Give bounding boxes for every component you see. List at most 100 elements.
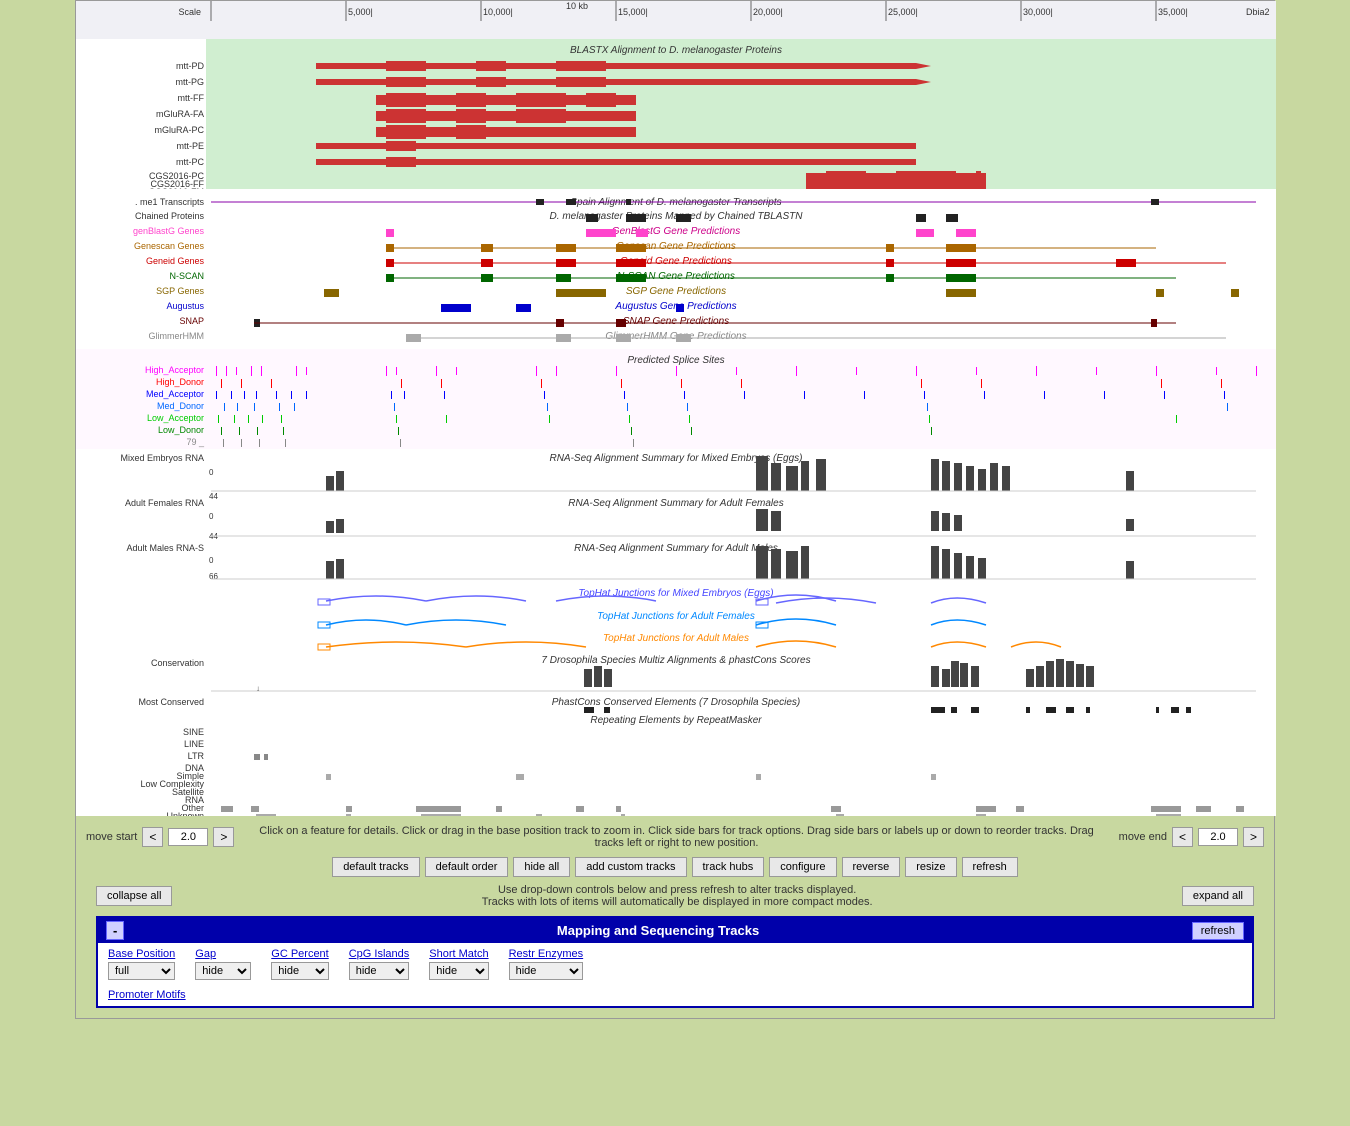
svg-text:mtt-FF: mtt-FF bbox=[178, 93, 205, 103]
svg-text:Dbia2: Dbia2 bbox=[1246, 7, 1270, 17]
svg-text:Repeating Elements by RepeatMa: Repeating Elements by RepeatMasker bbox=[590, 715, 762, 726]
track-info-line2: Tracks with lots of items will automatic… bbox=[172, 896, 1181, 908]
base-position-select[interactable]: full dense hide bbox=[108, 962, 175, 980]
svg-text:genBlastG Genes: genBlastG Genes bbox=[133, 226, 205, 236]
move-left-input[interactable] bbox=[168, 828, 208, 846]
track-hubs-button[interactable]: track hubs bbox=[692, 857, 765, 877]
svg-text:Most Conserved: Most Conserved bbox=[138, 697, 204, 707]
svg-text:Med_Acceptor: Med_Acceptor bbox=[146, 389, 204, 399]
svg-text:mtt-PD: mtt-PD bbox=[176, 61, 204, 71]
short-match-option: Short Match hide full dense bbox=[429, 948, 488, 980]
resize-button[interactable]: resize bbox=[905, 857, 956, 877]
svg-text:30,000|: 30,000| bbox=[1023, 7, 1053, 17]
reverse-button[interactable]: reverse bbox=[842, 857, 901, 877]
svg-text:Mixed Embryos RNA: Mixed Embryos RNA bbox=[120, 453, 204, 463]
svg-text:10 kb: 10 kb bbox=[566, 1, 588, 11]
restr-enzymes-link[interactable]: Restr Enzymes bbox=[509, 948, 584, 960]
svg-text:↓: ↓ bbox=[256, 684, 260, 693]
default-order-button[interactable]: default order bbox=[425, 857, 509, 877]
genome-browser: Scale contig952: 5,000| 10,000| 10 kb 15… bbox=[75, 0, 1275, 1019]
controls-area: move start < > Click on a feature for de… bbox=[76, 816, 1274, 1018]
move-right-input[interactable] bbox=[1198, 828, 1238, 846]
gap-select[interactable]: hide full dense bbox=[195, 962, 251, 980]
cpg-islands-link[interactable]: CpG Islands bbox=[349, 948, 410, 960]
track-info-line1: Use drop-down controls below and press r… bbox=[172, 884, 1181, 896]
svg-text:Chained Proteins: Chained Proteins bbox=[135, 211, 205, 221]
svg-text:N-SCAN: N-SCAN bbox=[169, 271, 204, 281]
svg-text:LTR: LTR bbox=[188, 751, 205, 761]
svg-text:SGP Gene Predictions: SGP Gene Predictions bbox=[626, 286, 726, 297]
svg-text:Adult Females RNA: Adult Females RNA bbox=[125, 498, 204, 508]
move-end-label: move end bbox=[1119, 831, 1167, 843]
instruction-text: Click on a feature for details. Click or… bbox=[259, 825, 1094, 849]
gc-percent-option: GC Percent hide full dense bbox=[271, 948, 328, 980]
svg-text:Augustus Gene Predictions: Augustus Gene Predictions bbox=[614, 301, 736, 312]
collapse-all-button[interactable]: collapse all bbox=[96, 886, 172, 906]
hide-all-button[interactable]: hide all bbox=[513, 857, 570, 877]
svg-text:TopHat Junctions for Adult Mal: TopHat Junctions for Adult Males bbox=[603, 633, 749, 644]
configure-button[interactable]: configure bbox=[769, 857, 836, 877]
base-position-link[interactable]: Base Position bbox=[108, 948, 175, 960]
gap-link[interactable]: Gap bbox=[195, 948, 251, 960]
move-start-label: move start bbox=[86, 831, 137, 843]
svg-text:Low_Acceptor: Low_Acceptor bbox=[147, 413, 204, 423]
restr-enzymes-option: Restr Enzymes hide full dense bbox=[509, 948, 584, 980]
toolbar-buttons: default tracks default order hide all ad… bbox=[86, 853, 1264, 881]
base-position-option: Base Position full dense hide bbox=[108, 948, 175, 980]
cpg-islands-select[interactable]: hide full dense bbox=[349, 962, 410, 980]
svg-text:mGluRA-PC: mGluRA-PC bbox=[154, 125, 204, 135]
move-left-button[interactable]: < bbox=[142, 827, 163, 847]
section-header: - Mapping and Sequencing Tracks refresh bbox=[98, 918, 1252, 943]
svg-text:0: 0 bbox=[209, 512, 214, 521]
svg-text:79 _: 79 _ bbox=[186, 437, 205, 447]
svg-text:0: 0 bbox=[209, 468, 214, 477]
expand-all-button[interactable]: expand all bbox=[1182, 886, 1254, 906]
move-row: move start < > Click on a feature for de… bbox=[86, 821, 1264, 853]
move-right-button-right[interactable]: > bbox=[1243, 827, 1264, 847]
svg-text:Geneid Genes: Geneid Genes bbox=[146, 256, 205, 266]
svg-text:Augustus: Augustus bbox=[166, 301, 204, 311]
gc-percent-link[interactable]: GC Percent bbox=[271, 948, 328, 960]
svg-text:0: 0 bbox=[209, 556, 214, 565]
section-refresh-button[interactable]: refresh bbox=[1192, 922, 1244, 940]
collapse-section-button[interactable]: - bbox=[106, 921, 124, 940]
svg-text:Predicted Splice Sites: Predicted Splice Sites bbox=[627, 355, 724, 366]
svg-text:10,000|: 10,000| bbox=[483, 7, 513, 17]
move-right-group: move end < > bbox=[1119, 827, 1264, 847]
svg-text:TopHat Junctions for Adult Fem: TopHat Junctions for Adult Females bbox=[597, 611, 755, 622]
track-options-row: Base Position full dense hide Gap hide f… bbox=[98, 943, 1252, 985]
gc-percent-select[interactable]: hide full dense bbox=[271, 962, 328, 980]
svg-text:SNAP: SNAP bbox=[179, 316, 204, 326]
default-tracks-button[interactable]: default tracks bbox=[332, 857, 419, 877]
promoter-motifs-link[interactable]: Promoter Motifs bbox=[108, 989, 186, 1001]
promoter-motifs-row: Promoter Motifs bbox=[98, 985, 1252, 1006]
move-instructions: Click on a feature for details. Click or… bbox=[234, 825, 1118, 849]
svg-text:44: 44 bbox=[209, 492, 218, 501]
svg-text:Conservation: Conservation bbox=[151, 658, 204, 668]
short-match-select[interactable]: hide full dense bbox=[429, 962, 488, 980]
svg-text:RNA-Seq Alignment Summary for: RNA-Seq Alignment Summary for Adult Fema… bbox=[568, 498, 783, 509]
svg-text:High_Donor: High_Donor bbox=[156, 377, 204, 387]
svg-text:BLASTX Alignment to D. melanog: BLASTX Alignment to D. melanogaster Prot… bbox=[570, 45, 782, 56]
svg-text:mtt-PG: mtt-PG bbox=[176, 77, 205, 87]
add-custom-tracks-button[interactable]: add custom tracks bbox=[575, 857, 686, 877]
svg-text:mtt-PC: mtt-PC bbox=[176, 157, 204, 167]
move-left-button-right[interactable]: < bbox=[1172, 827, 1193, 847]
svg-text:LINE: LINE bbox=[184, 739, 204, 749]
svg-text:Genescan Genes: Genescan Genes bbox=[134, 241, 205, 251]
svg-text:mGluRA-FA: mGluRA-FA bbox=[156, 109, 204, 119]
svg-text:SINE: SINE bbox=[183, 727, 204, 737]
refresh-toolbar-button[interactable]: refresh bbox=[962, 857, 1018, 877]
move-right-button-left[interactable]: > bbox=[213, 827, 234, 847]
svg-text:Med_Donor: Med_Donor bbox=[157, 401, 204, 411]
svg-text:20,000|: 20,000| bbox=[753, 7, 783, 17]
svg-text:Unknown: Unknown bbox=[166, 811, 204, 816]
svg-text:7 Drosophila Species Multiz Al: 7 Drosophila Species Multiz Alignments &… bbox=[541, 655, 810, 666]
svg-text:5,000|: 5,000| bbox=[348, 7, 373, 17]
collapse-expand-row: collapse all Use drop-down controls belo… bbox=[86, 881, 1264, 911]
svg-text:35,000|: 35,000| bbox=[1158, 7, 1188, 17]
cpg-islands-option: CpG Islands hide full dense bbox=[349, 948, 410, 980]
restr-enzymes-select[interactable]: hide full dense bbox=[509, 962, 584, 980]
short-match-link[interactable]: Short Match bbox=[429, 948, 488, 960]
mapping-section: - Mapping and Sequencing Tracks refresh … bbox=[96, 916, 1254, 1008]
